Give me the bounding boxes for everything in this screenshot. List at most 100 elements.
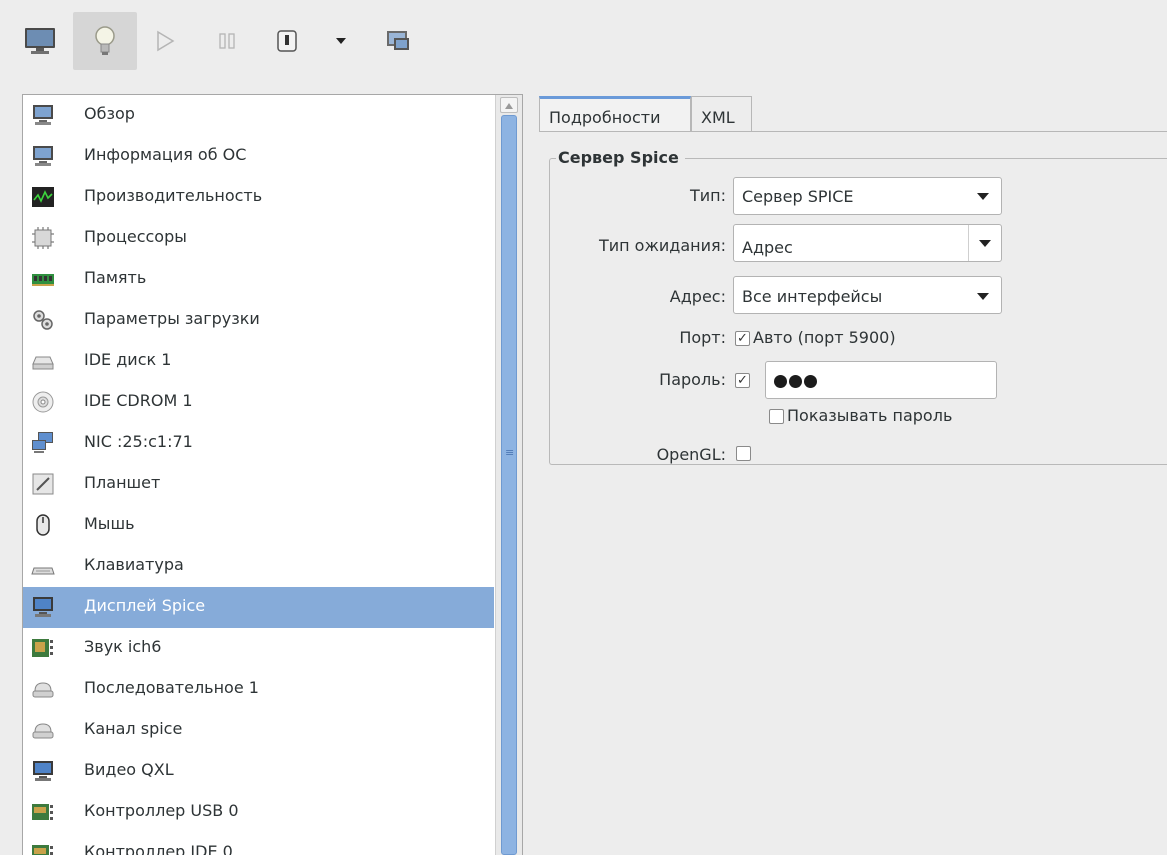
toolbar bbox=[0, 0, 1167, 84]
address-combo[interactable]: Все интерфейсы bbox=[733, 276, 1002, 314]
device-item-label: Звук ich6 bbox=[84, 637, 162, 656]
device-item-ide-cdrom[interactable]: IDE CDROM 1 bbox=[23, 382, 494, 423]
fullscreen-button[interactable] bbox=[382, 12, 414, 70]
address-value: Все интерфейсы bbox=[742, 287, 883, 306]
show-password-checkbox[interactable] bbox=[769, 409, 784, 424]
display-icon bbox=[33, 761, 53, 781]
address-label: Адрес: bbox=[669, 287, 726, 306]
console-button[interactable] bbox=[20, 12, 60, 70]
scroll-thumb[interactable]: ≡ bbox=[501, 115, 517, 855]
chevron-down-icon bbox=[336, 38, 346, 44]
tab-label: Подробности bbox=[549, 108, 661, 127]
scroll-up-arrow-icon[interactable] bbox=[500, 97, 518, 113]
sound-card-icon bbox=[32, 639, 53, 657]
device-item-display-spice[interactable]: Дисплей Spice bbox=[23, 587, 494, 628]
device-item-label: Обзор bbox=[84, 104, 135, 123]
details-button[interactable] bbox=[73, 12, 137, 70]
run-button[interactable] bbox=[150, 12, 180, 70]
serial-icon bbox=[32, 723, 54, 739]
port-label: Порт: bbox=[679, 328, 726, 347]
device-item-label: Видео QXL bbox=[84, 760, 174, 779]
listen-type-dropdown-button[interactable] bbox=[968, 225, 1001, 261]
serial-icon bbox=[32, 682, 54, 698]
device-item-label: Последовательное 1 bbox=[84, 678, 259, 697]
network-icon bbox=[32, 432, 53, 453]
type-value: Сервер SPICE bbox=[742, 187, 854, 206]
device-item-label: Параметры загрузки bbox=[84, 309, 260, 328]
listen-type-value: Адрес bbox=[742, 238, 793, 257]
monitor-icon bbox=[33, 105, 53, 125]
shutdown-menu-button[interactable] bbox=[329, 12, 353, 70]
device-item-label: Планшет bbox=[84, 473, 161, 492]
device-item-boot-options[interactable]: Параметры загрузки bbox=[23, 300, 494, 341]
opengl-label: OpenGL: bbox=[656, 445, 726, 464]
device-item-label: Производительность bbox=[84, 186, 263, 205]
device-item-os-info[interactable]: Информация об ОС bbox=[23, 136, 494, 177]
device-item-label: Контроллер USB 0 bbox=[84, 801, 239, 820]
type-combo[interactable]: Сервер SPICE bbox=[733, 177, 1002, 215]
pause-button[interactable] bbox=[212, 12, 242, 70]
chevron-down-icon bbox=[977, 193, 989, 200]
disk-icon bbox=[32, 356, 54, 370]
device-item-overview[interactable]: Обзор bbox=[23, 95, 494, 136]
controller-card-icon bbox=[32, 804, 53, 820]
tablet-icon bbox=[32, 473, 54, 495]
device-item-label: Клавиатура bbox=[84, 555, 184, 574]
mouse-icon bbox=[36, 514, 50, 536]
performance-graph-icon bbox=[32, 187, 54, 207]
cdrom-icon bbox=[32, 391, 54, 413]
device-item-spice-channel[interactable]: Канал spice bbox=[23, 710, 494, 751]
show-password-label: Показывать пароль bbox=[787, 406, 953, 425]
device-item-performance[interactable]: Производительность bbox=[23, 177, 494, 218]
device-item-nic[interactable]: NIC :25:c1:71 bbox=[23, 423, 494, 464]
device-item-ide-disk[interactable]: IDE диск 1 bbox=[23, 341, 494, 382]
lightbulb-icon bbox=[95, 26, 115, 55]
device-list-scrollbar[interactable]: ≡ bbox=[495, 95, 522, 855]
shutdown-button[interactable] bbox=[273, 12, 301, 70]
device-item-label: IDE CDROM 1 bbox=[84, 391, 193, 410]
device-item-ide-controller[interactable]: Контроллер IDE 0 bbox=[23, 833, 494, 855]
password-input[interactable] bbox=[765, 361, 997, 399]
device-item-label: Контроллер IDE 0 bbox=[84, 842, 233, 855]
device-item-memory[interactable]: Память bbox=[23, 259, 494, 300]
tab-xml[interactable]: XML bbox=[691, 96, 752, 132]
device-item-label: IDE диск 1 bbox=[84, 350, 172, 369]
listen-type-combo[interactable]: Адрес bbox=[733, 224, 1002, 262]
device-item-cpu[interactable]: Процессоры bbox=[23, 218, 494, 259]
password-label: Пароль: bbox=[659, 370, 726, 389]
password-mask bbox=[774, 370, 817, 388]
device-item-label: Дисплей Spice bbox=[84, 596, 206, 615]
device-item-label: Информация об ОС bbox=[84, 145, 247, 164]
device-item-mouse[interactable]: Мышь bbox=[23, 505, 494, 546]
memory-icon bbox=[32, 274, 54, 286]
device-item-video-qxl[interactable]: Видео QXL bbox=[23, 751, 494, 792]
section-title: Сервер Spice bbox=[556, 148, 685, 167]
screen-switch-icon bbox=[387, 31, 409, 50]
chevron-down-icon bbox=[977, 293, 989, 300]
power-icon bbox=[277, 30, 297, 52]
device-item-label: NIC :25:c1:71 bbox=[84, 432, 193, 451]
opengl-checkbox[interactable] bbox=[736, 446, 751, 461]
pause-icon bbox=[219, 33, 235, 49]
gears-icon bbox=[33, 310, 53, 330]
device-item-serial[interactable]: Последовательное 1 bbox=[23, 669, 494, 710]
device-item-keyboard[interactable]: Клавиатура bbox=[23, 546, 494, 587]
device-item-label: Память bbox=[84, 268, 147, 287]
port-auto-label: Авто (порт 5900) bbox=[753, 328, 896, 347]
display-icon bbox=[33, 597, 53, 617]
device-item-label: Мышь bbox=[84, 514, 135, 533]
password-checkbox[interactable]: ✓ bbox=[735, 373, 750, 388]
device-list: Обзор Информация об ОС Производительност… bbox=[22, 94, 523, 855]
device-item-tablet[interactable]: Планшет bbox=[23, 464, 494, 505]
tab-details[interactable]: Подробности bbox=[539, 96, 691, 132]
device-item-label: Процессоры bbox=[84, 227, 187, 246]
cpu-icon bbox=[32, 227, 54, 249]
device-item-label: Канал spice bbox=[84, 719, 183, 738]
port-auto-checkbox[interactable]: ✓ bbox=[735, 331, 750, 346]
grip-icon: ≡ bbox=[505, 446, 515, 459]
monitor-icon bbox=[25, 28, 55, 54]
device-item-usb-controller[interactable]: Контроллер USB 0 bbox=[23, 792, 494, 833]
device-item-sound[interactable]: Звук ich6 bbox=[23, 628, 494, 669]
keyboard-icon bbox=[31, 567, 55, 575]
type-label: Тип: bbox=[689, 186, 726, 205]
